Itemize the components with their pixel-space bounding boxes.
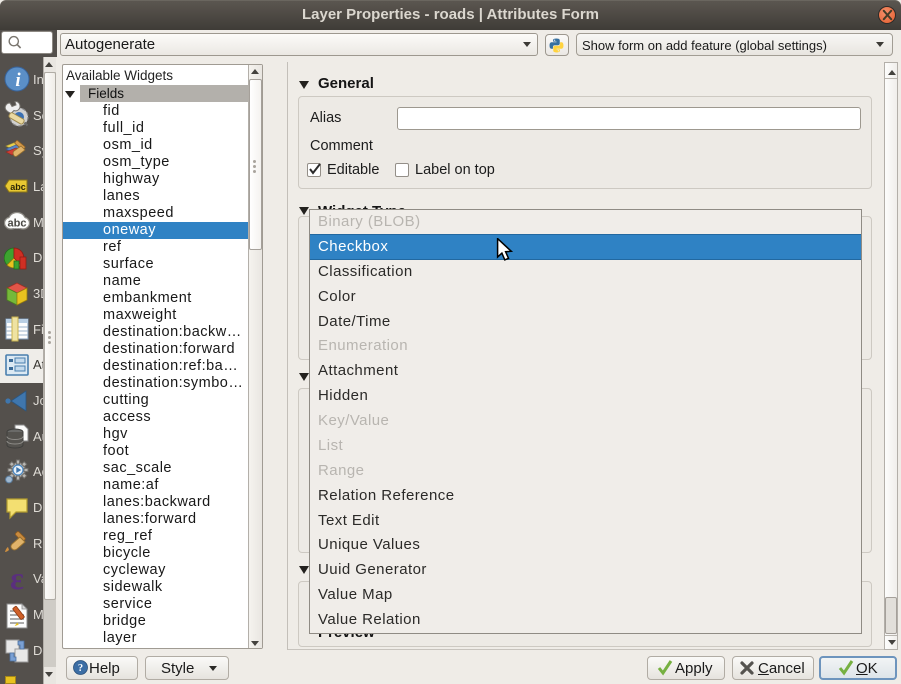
svg-text:abc: abc [10,182,26,192]
svg-text:?: ? [78,663,83,674]
svg-text:abc: abc [8,218,27,230]
svg-text:ε: ε [10,565,24,593]
svg-text:i: i [15,70,21,91]
